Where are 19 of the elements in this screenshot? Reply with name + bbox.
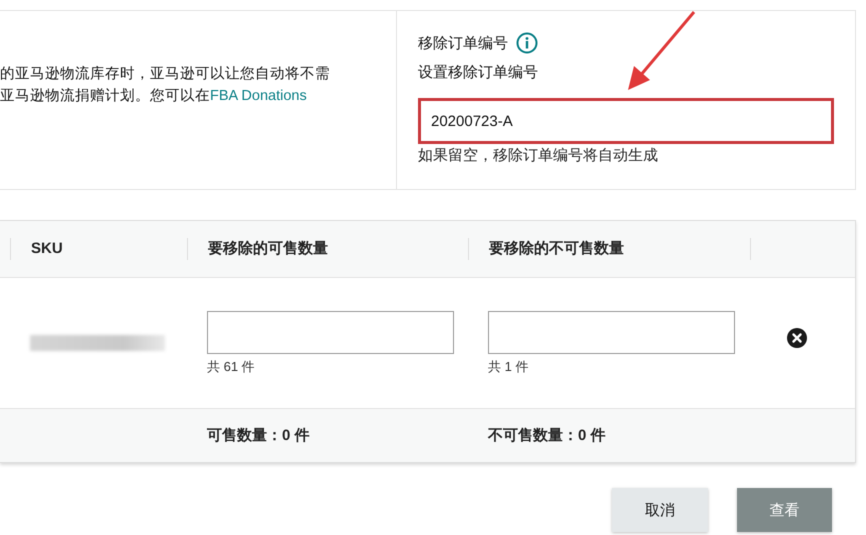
order-id-label: 设置移除订单编号	[418, 63, 539, 82]
info-icon[interactable]	[516, 32, 538, 54]
fba-donations-link[interactable]: FBA Donations	[210, 88, 307, 104]
order-id-title: 移除订单编号	[418, 34, 508, 52]
quantity-summary: 可售数量：0 件	[206, 426, 311, 445]
cancel-button[interactable]: 取消	[612, 488, 708, 532]
order-id-field[interactable]: 20200723-A	[418, 98, 834, 144]
sellable-total: 共 61 件	[207, 358, 256, 376]
column-header: 要移除的不可售数量	[468, 238, 750, 260]
view-button[interactable]: 查看	[737, 488, 832, 532]
remove-icon[interactable]	[787, 328, 807, 348]
order-id-hint: 如果留空，移除订单编号将自动生成	[418, 146, 659, 165]
quantity-summary: 不可售数量：0 件	[486, 426, 607, 445]
sellable-quantity-field[interactable]	[207, 310, 454, 354]
column-header: SKU	[10, 238, 187, 260]
description-text: 的亚马逊物流库存时，亚马逊可以让您自动将不需 亚马逊物流捐赠计划。您可以在FBA Donations	[0, 64, 331, 106]
column-header: 要移除的可售数量	[187, 238, 468, 260]
unsellable-quantity-field[interactable]	[488, 310, 735, 354]
unsellable-total: 共 1 件	[488, 358, 530, 376]
